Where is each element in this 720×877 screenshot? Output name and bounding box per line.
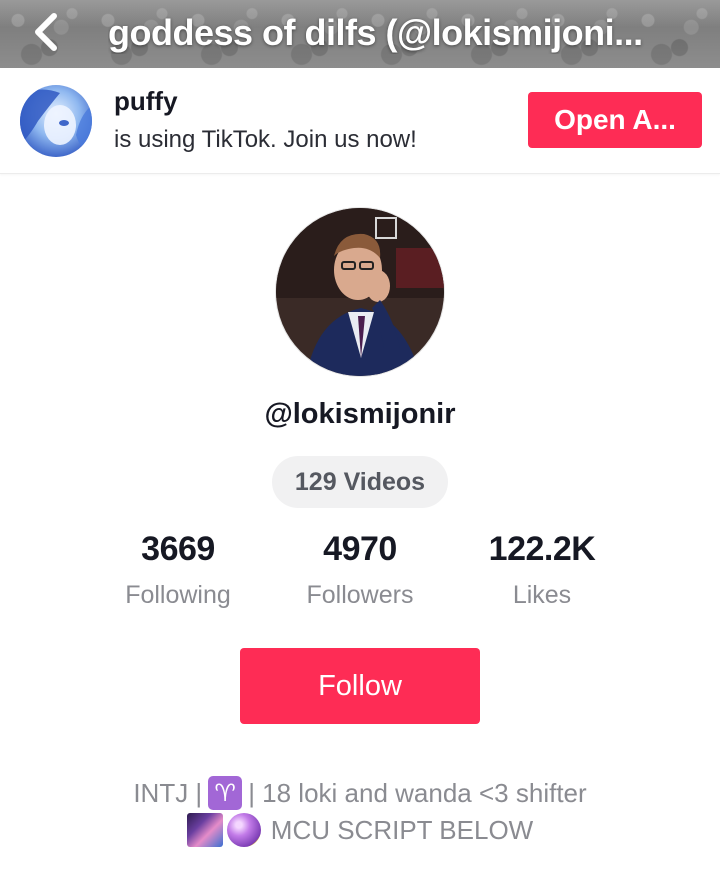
stat-followers[interactable]: 4970 Followers (260, 530, 460, 610)
open-app-button[interactable]: Open A... (528, 92, 702, 148)
crystal-ball-emoji-icon (226, 813, 261, 847)
profile-username: @lokismijonir (264, 398, 456, 430)
followers-count: 4970 (323, 530, 397, 568)
stat-likes: 122.2K Likes (442, 530, 642, 610)
back-button[interactable] (26, 12, 66, 52)
bio-text-line2: MCU SCRIPT BELOW (270, 814, 534, 845)
invite-text: is using TikTok. Join us now! (114, 126, 417, 153)
bio-text-b: | 18 loki and wanda <3 shifter (248, 777, 587, 808)
top-header: goddess of dilfs (@lokismijoni... (0, 0, 720, 68)
page-title: goddess of dilfs (@lokismijoni... (108, 12, 643, 53)
following-label: Following (125, 581, 231, 609)
likes-count: 122.2K (488, 530, 596, 568)
milky-way-emoji-icon (186, 813, 223, 847)
chevron-left-icon (35, 13, 57, 51)
profile-avatar (275, 207, 445, 377)
aries-emoji-icon: ♈ (208, 776, 243, 810)
videos-count-badge: 129 Videos (272, 456, 448, 508)
follow-button[interactable]: Follow (240, 648, 480, 724)
inviter-avatar (20, 85, 92, 157)
bio-line-1: INTJ | ♈ | 18 loki and wanda <3 shifter (0, 776, 720, 810)
following-count: 3669 (141, 530, 215, 568)
followers-label: Followers (306, 581, 414, 609)
invite-banner: puffy is using TikTok. Join us now! Open… (0, 68, 720, 174)
likes-label: Likes (512, 581, 572, 609)
bio-line-2: MCU SCRIPT BELOW (0, 813, 720, 847)
stat-following[interactable]: 3669 Following (78, 530, 278, 610)
bio-text-a: INTJ | (133, 777, 203, 808)
inviter-name: puffy (114, 86, 178, 116)
